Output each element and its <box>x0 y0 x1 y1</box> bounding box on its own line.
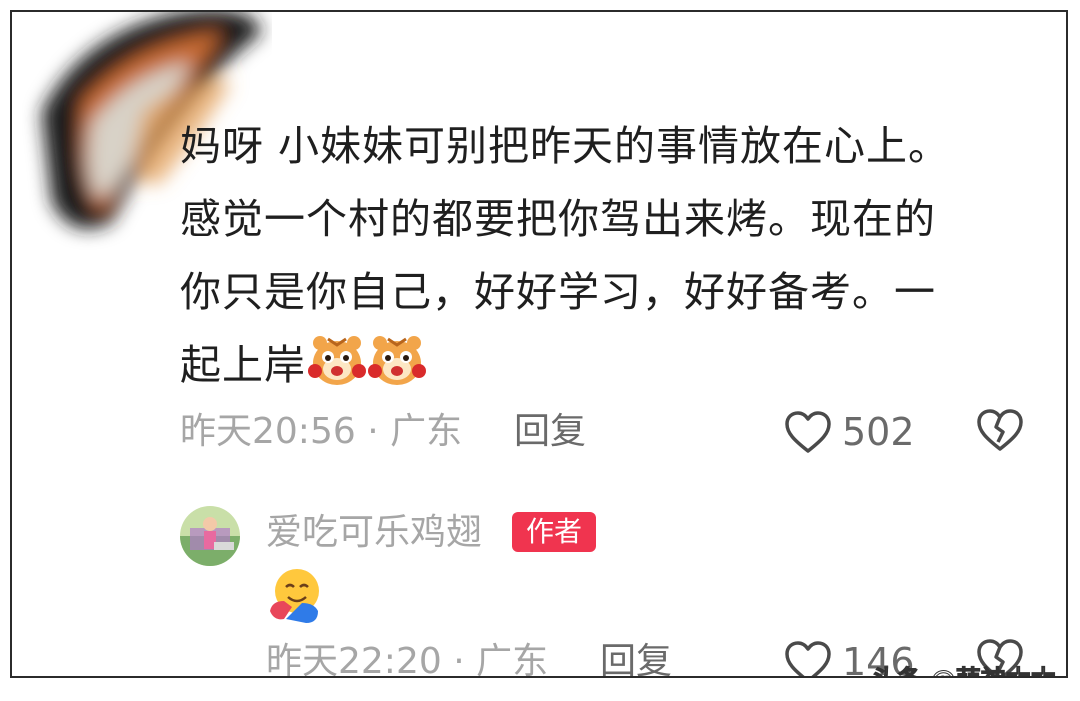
like-button[interactable]: 502 <box>784 410 915 454</box>
reply-reply-button[interactable]: 回复 <box>600 640 672 676</box>
author-badge: 作者 <box>512 512 596 552</box>
watermark: 头条 @萌神木木 <box>872 660 1057 677</box>
comment-line: 妈呀 小妹妹可别把昨天的事情放在心上。 <box>180 122 951 170</box>
comment-line: 起上岸 <box>180 341 306 389</box>
hugging-face-emoji <box>270 569 319 623</box>
festive-tiger-emoji <box>308 336 366 385</box>
comment-time-location: 昨天20:56 · 广东 <box>180 411 463 452</box>
festive-tiger-emoji <box>368 336 426 385</box>
avatar[interactable] <box>180 506 240 566</box>
reply-button[interactable]: 回复 <box>514 410 586 454</box>
avatar-image <box>180 506 240 566</box>
reply-username[interactable]: 爱吃可乐鸡翅 <box>266 510 482 556</box>
comment-line: 感觉一个村的都要把你驾出来烤。现在的 <box>180 195 936 243</box>
reply-time-location: 昨天22:20 · 广东 <box>266 641 549 678</box>
heart-outline-icon <box>785 641 831 676</box>
comment-body: 妈呀 小妹妹可别把昨天的事情放在心上。 感觉一个村的都要把你驾出来烤。现在的 你… <box>180 110 1010 402</box>
heart-outline-icon <box>785 411 831 453</box>
broken-heart-icon[interactable] <box>976 408 1024 452</box>
like-count: 502 <box>842 410 915 454</box>
comment-line: 你只是你自己，好好学习，好好备考。一 <box>180 268 936 316</box>
reply-meta: 昨天22:20 · 广东 回复 <box>266 640 866 678</box>
comment-line-last: 起上岸 <box>180 329 1010 402</box>
comment-screenshot-frame: 妈呀 小妹妹可别把昨天的事情放在心上。 感觉一个村的都要把你驾出来烤。现在的 你… <box>10 10 1068 678</box>
